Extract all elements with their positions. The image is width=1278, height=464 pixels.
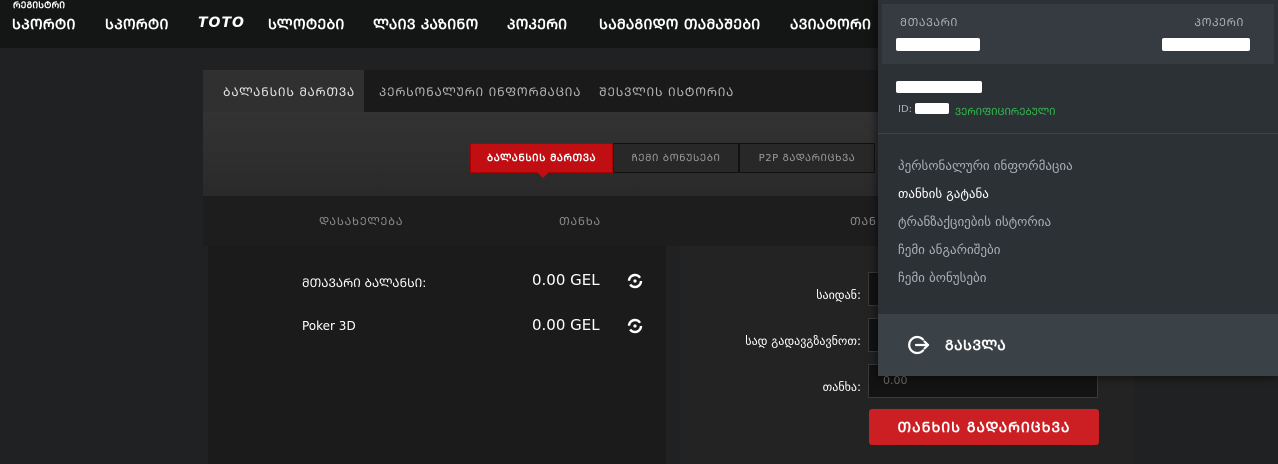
balance-amount: 0.00 GEL xyxy=(532,271,600,289)
transfer-submit-button[interactable]: ᲗᲐᲜᲮᲘᲡ ᲒᲐᲓᲐᲠᲘᲪᲮᲕᲐ xyxy=(869,409,1099,445)
verified-badge: ᲕᲔᲠᲘᲤᲘᲪᲘᲠᲔᲑᲣᲚᲘ xyxy=(955,107,1056,118)
poker-balance-label: ᲞᲝᲙᲔᲠᲘ xyxy=(1194,16,1244,29)
refresh-icon[interactable] xyxy=(626,272,644,290)
redacted-user-id xyxy=(915,103,949,114)
balance-name: ᲛᲗᲐᲕᲐᲠᲘ ᲑᲐᲚᲐᲜᲡᲘ: xyxy=(302,276,427,290)
menu-item-personal-info[interactable]: პერსონალური ინფორმაცია xyxy=(898,159,1073,174)
nav-item-toto[interactable]: TOTO xyxy=(198,15,245,31)
nav-item-aviator[interactable]: ᲐᲕᲘᲐᲢᲝᲠᲘ xyxy=(790,15,871,34)
balance-amount: 0.00 GEL xyxy=(532,316,600,334)
menu-item-my-bonuses[interactable]: ჩემი ბონუსები xyxy=(898,271,986,286)
subtab-my-bonuses[interactable]: ᲩᲔᲛᲘ ᲑᲝᲜᲣᲡᲔᲑᲘ xyxy=(613,143,739,173)
tab-personal-info[interactable]: ᲞᲔᲠᲡᲝᲜᲐᲚᲣᲠᲘ ᲘᲜᲤᲝᲠᲛᲐᲪᲘᲐ xyxy=(379,70,581,112)
user-id-label: ID: xyxy=(898,104,913,115)
logout-label: ᲒᲐᲡᲕᲚᲐ xyxy=(945,338,1007,354)
subtab-p2p-transfer[interactable]: P2P ᲒᲐᲓᲐᲠᲘᲪᲮᲕᲐ xyxy=(739,143,875,173)
logout-icon xyxy=(908,335,930,355)
list-item: Poker 3D 0.00 GEL xyxy=(208,313,666,343)
user-info: ID: ᲕᲔᲠᲘᲤᲘᲪᲘᲠᲔᲑᲣᲚᲘ xyxy=(878,64,1278,134)
redacted-main-balance xyxy=(896,38,980,51)
column-header-name: ᲓᲐᲡᲐᲮᲔᲚᲔᲑᲐ xyxy=(319,215,404,228)
menu-item-transaction-history[interactable]: ტრანზაქციების ისტორია xyxy=(898,215,1051,230)
register-link[interactable]: ᲠᲔᲒᲘᲡᲢᲠᲘ xyxy=(13,0,65,11)
menu-item-my-accounts[interactable]: ჩემი ანგარიშები xyxy=(898,243,1000,258)
nav-item-sports[interactable]: ᲡᲞᲝᲠᲢᲘ xyxy=(12,15,76,34)
redacted-poker-balance xyxy=(1162,38,1250,51)
balance-name: Poker 3D xyxy=(302,319,356,333)
tab-balance-management[interactable]: ᲑᲐᲚᲐᲜᲡᲘᲡ ᲛᲐᲠᲗᲕᲐ xyxy=(203,70,364,112)
nav-item-table-games[interactable]: ᲡᲐᲛᲐᲒᲘᲓᲝ ᲗᲐᲛᲐᲨᲔᲑᲘ xyxy=(599,15,760,34)
refresh-icon[interactable] xyxy=(626,317,644,335)
nav-item-sports-live[interactable]: ᲡᲞᲝᲠᲢᲘ xyxy=(105,15,169,34)
account-dropdown: ᲛᲗᲐᲕᲐᲠᲘ ᲞᲝᲙᲔᲠᲘ ID: ᲕᲔᲠᲘᲤᲘᲪᲘᲠᲔᲑᲣᲚᲘ პერსონ… xyxy=(878,0,1278,376)
tab-login-history[interactable]: ᲨᲔᲡᲕᲚᲘᲡ ᲘᲡᲢᲝᲠᲘᲐ xyxy=(599,70,734,112)
amount-label: თანხა: xyxy=(822,380,861,394)
nav-item-live-casino[interactable]: ᲚᲐᲘᲕ ᲙᲐᲖᲘᲜᲝ xyxy=(373,15,478,34)
menu-item-withdraw[interactable]: თანხის გატანა xyxy=(898,187,989,202)
from-label: საიდან: xyxy=(816,288,861,302)
list-item: ᲛᲗᲐᲕᲐᲠᲘ ᲑᲐᲚᲐᲜᲡᲘ: 0.00 GEL xyxy=(208,268,666,298)
nav-item-slots[interactable]: ᲡᲚᲝᲢᲔᲑᲘ xyxy=(268,15,345,34)
account-tabs: ᲑᲐᲚᲐᲜᲡᲘᲡ ᲛᲐᲠᲗᲕᲐ ᲞᲔᲠᲡᲝᲜᲐᲚᲣᲠᲘ ᲘᲜᲤᲝᲠᲛᲐᲪᲘᲐ Შ… xyxy=(203,70,883,112)
column-header-amount: ᲗᲐᲜᲮᲐ xyxy=(559,215,601,228)
to-label: სად გადავგზავნოთ: xyxy=(745,334,861,348)
logout-button[interactable]: ᲒᲐᲡᲕᲚᲐ xyxy=(878,314,1278,376)
nav-item-poker[interactable]: ᲞᲝᲙᲔᲠᲘ xyxy=(507,15,567,34)
main-balance-label: ᲛᲗᲐᲕᲐᲠᲘ xyxy=(900,16,959,29)
balance-subbar: ᲑᲐᲚᲐᲜᲡᲘᲡ ᲛᲐᲠᲗᲕᲐ ᲩᲔᲛᲘ ᲑᲝᲜᲣᲡᲔᲑᲘ P2P ᲒᲐᲓᲐᲠᲘ… xyxy=(203,112,878,196)
redacted-username xyxy=(896,81,982,93)
subtab-balance-management[interactable]: ᲑᲐᲚᲐᲜᲡᲘᲡ ᲛᲐᲠᲗᲕᲐ xyxy=(470,143,613,178)
dropdown-balances: ᲛᲗᲐᲕᲐᲠᲘ ᲞᲝᲙᲔᲠᲘ xyxy=(882,4,1274,64)
balance-table-header: ᲓᲐᲡᲐᲮᲔᲚᲔᲑᲐ ᲗᲐᲜᲮᲐ ᲗᲐᲜ xyxy=(203,196,878,246)
balance-list: ᲛᲗᲐᲕᲐᲠᲘ ᲑᲐᲚᲐᲜᲡᲘ: 0.00 GEL Poker 3D 0.00 … xyxy=(208,246,666,464)
column-header-transfer: ᲗᲐᲜ xyxy=(850,215,877,228)
